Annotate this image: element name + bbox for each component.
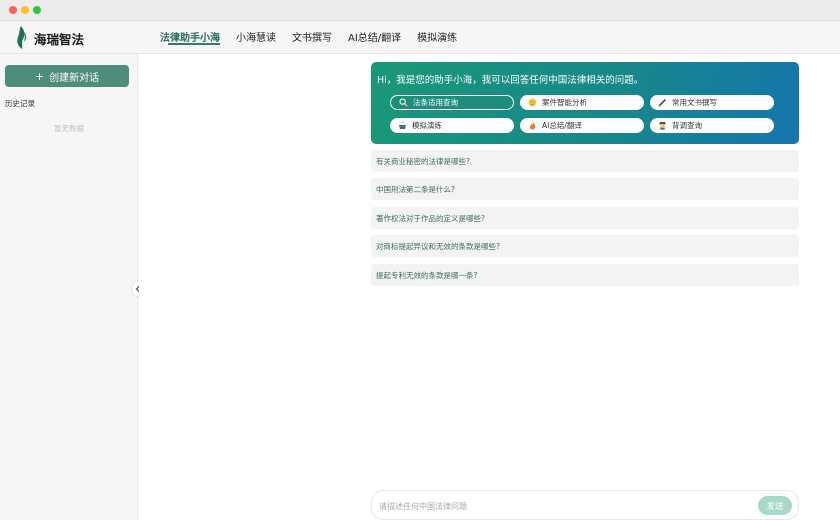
- app-header: 海瑞智法 法律助手小海 小海慧读 文书撰写 AI总结/翻译 模拟演练: [0, 21, 840, 54]
- welcome-card: Hi，我是您的助手小海，我可以回答任何中国法律相关的问题。 法条适用查询 案件智…: [371, 62, 799, 144]
- chip-label: AI总结/翻译: [542, 121, 582, 130]
- leaf-logo-icon: [17, 26, 27, 49]
- suggestion-item[interactable]: 提起专利无效的条款是哪一条?: [371, 264, 799, 286]
- suggestion-item[interactable]: 中国刑法第二条是什么?: [371, 178, 799, 200]
- history-label: 历史记录: [5, 99, 35, 108]
- chip-label: 模拟演练: [412, 121, 442, 130]
- suggestion-item[interactable]: 著作权法对于作品的定义是哪些?: [371, 207, 799, 229]
- nav-tab-mock-practice[interactable]: 模拟演练: [417, 21, 457, 54]
- sidebar: + 创建新对话 历史记录 暂无数据: [0, 54, 138, 520]
- detective-icon: [657, 121, 667, 131]
- close-window-button[interactable]: [9, 6, 17, 14]
- question-input[interactable]: [379, 498, 739, 514]
- top-nav: 法律助手小海 小海慧读 文书撰写 AI总结/翻译 模拟演练: [160, 21, 473, 54]
- welcome-title: Hi，我是您的助手小海，我可以回答任何中国法律相关的问题。: [377, 75, 644, 86]
- send-button[interactable]: 发送: [758, 496, 792, 515]
- new-chat-label: 创建新对话: [49, 72, 100, 84]
- chip-ai-summary-translate[interactable]: AI总结/翻译: [520, 118, 644, 133]
- history-empty-label: 暂无数据: [54, 124, 84, 133]
- nav-tab-smart-read[interactable]: 小海慧读: [236, 21, 276, 54]
- chat-area: Hi，我是您的助手小海，我可以回答任何中国法律相关的问题。 法条适用查询 案件智…: [139, 54, 840, 520]
- magnifier-icon: [398, 98, 408, 108]
- window-titlebar: [0, 0, 840, 21]
- pot-icon: [397, 121, 407, 131]
- minimize-window-button[interactable]: [21, 6, 29, 14]
- chip-label: 案件智能分析: [542, 98, 587, 107]
- thinking-face-icon: [527, 98, 537, 108]
- chip-background-check[interactable]: 背调查询: [650, 118, 774, 133]
- chat-input-bar: 发送: [371, 490, 799, 520]
- suggestion-item[interactable]: 对商标提起异议和无效的条款是哪些?: [371, 235, 799, 257]
- suggestion-item[interactable]: 有关商业秘密的法律是哪些?: [371, 150, 799, 172]
- new-chat-button[interactable]: + 创建新对话: [5, 65, 129, 87]
- nav-tab-legal-assistant[interactable]: 法律助手小海: [160, 21, 220, 54]
- chip-document-writing[interactable]: 常用文书撰写: [650, 95, 774, 110]
- fire-icon: [527, 121, 537, 131]
- chip-mock-practice[interactable]: 模拟演练: [390, 118, 514, 133]
- nav-tab-ai-summary-translate[interactable]: AI总结/翻译: [348, 21, 401, 54]
- maximize-window-button[interactable]: [33, 6, 41, 14]
- chip-statute-query[interactable]: 法条适用查询: [390, 95, 514, 110]
- pen-icon: [657, 98, 667, 108]
- chip-label: 背调查询: [672, 121, 702, 130]
- nav-tab-document-writing[interactable]: 文书撰写: [292, 21, 332, 54]
- app-name: 海瑞智法: [34, 32, 85, 47]
- chip-label: 法条适用查询: [413, 98, 458, 107]
- chip-case-analysis[interactable]: 案件智能分析: [520, 95, 644, 110]
- chip-label: 常用文书撰写: [672, 98, 717, 107]
- plus-icon: +: [34, 69, 45, 83]
